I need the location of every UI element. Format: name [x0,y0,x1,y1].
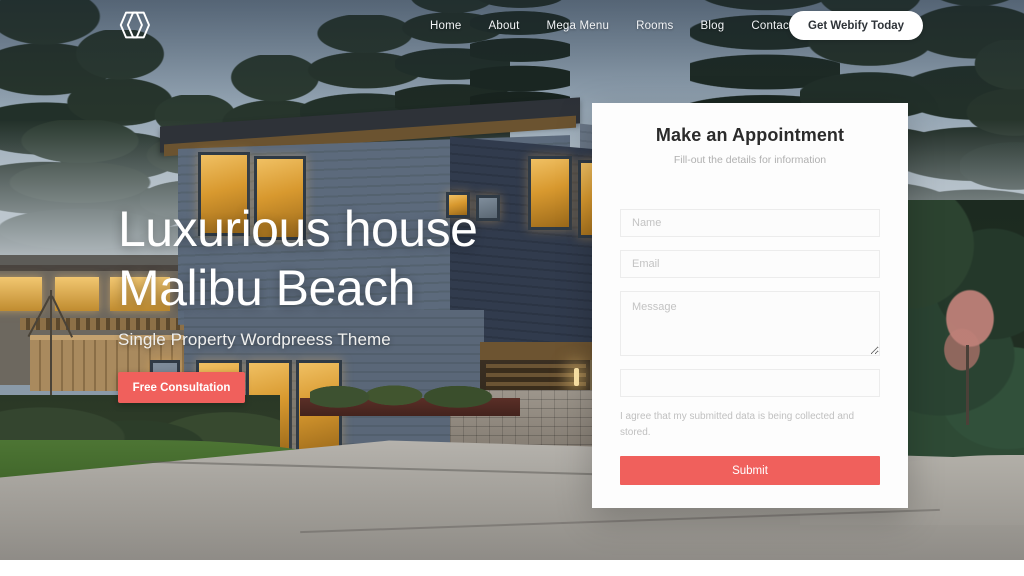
nav-item-contact[interactable]: Contact [751,20,792,32]
form-title: Make an Appointment [655,125,845,145]
message-textarea[interactable] [620,291,880,356]
free-consultation-button[interactable]: Free Consultation [118,372,245,403]
bare-tree [50,290,52,400]
overlapping-hexagons-logo-icon [119,11,150,39]
submit-button[interactable]: Submit [620,456,880,485]
primary-navigation: Home About Mega Menu Rooms Blog Contact [430,0,792,52]
site-logo[interactable] [115,10,153,40]
nav-item-home[interactable]: Home [430,20,461,32]
pink-flowering-tree [930,280,1010,400]
nav-item-rooms[interactable]: Rooms [636,20,673,32]
hero-title-line-2: Malibu Beach [118,260,415,316]
pink-tree-trunk [966,345,969,425]
hero-title: Luxurious house Malibu Beach [118,200,588,318]
page-bottom-strip [0,560,1024,576]
hero-subtitle: Single Property Wordpreess Theme [118,330,391,349]
name-input[interactable] [620,209,880,237]
consent-text: I agree that my submitted data is being … [620,411,855,438]
hero-title-line-1: Luxurious house [118,201,478,257]
appointment-form-card: Make an Appointment Fill-out the details… [592,103,908,508]
nav-item-blog[interactable]: Blog [701,20,725,32]
page-root: Home About Mega Menu Rooms Blog Contact … [0,0,1024,576]
nav-item-about[interactable]: About [488,20,519,32]
form-subtitle: Fill-out the details for information [673,154,827,166]
hero-content: Luxurious house Malibu Beach Single Prop… [118,200,588,403]
get-webify-today-button[interactable]: Get Webify Today [789,11,924,40]
nav-item-mega-menu[interactable]: Mega Menu [547,20,610,32]
site-header: Home About Mega Menu Rooms Blog Contact … [0,0,1024,52]
extra-input[interactable] [620,369,880,397]
email-input[interactable] [620,250,880,278]
